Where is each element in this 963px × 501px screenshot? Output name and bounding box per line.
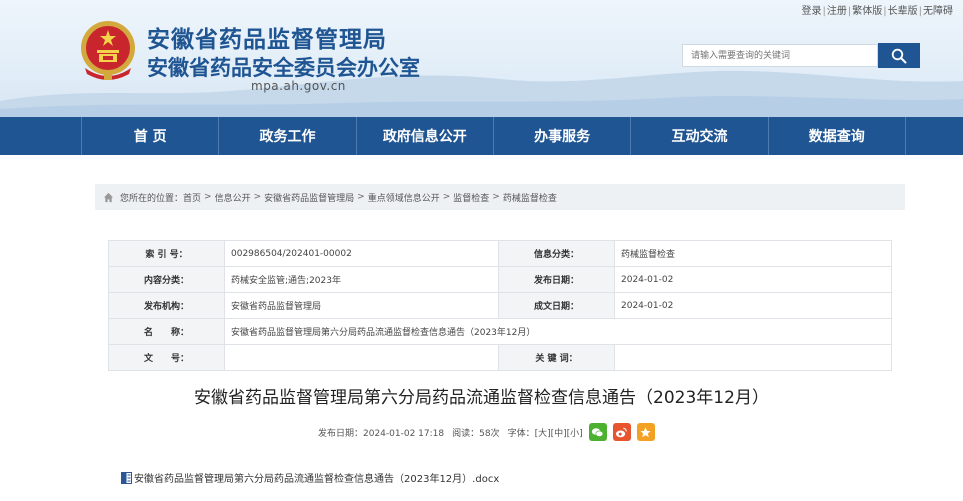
main-nav: 首 页 政务工作 政府信息公开 办事服务 互动交流 数据查询 (0, 117, 963, 155)
register-link[interactable]: 注册 (827, 6, 847, 17)
breadcrumb-drug-device-inspection[interactable]: 药械监督检查 (503, 191, 557, 204)
written-date-value: 2024-01-02 (614, 292, 892, 319)
nav-information-disclosure[interactable]: 政府信息公开 (357, 117, 494, 155)
publish-date-value: 2024-01-02 (614, 266, 892, 293)
index-label: 索 引 号： (108, 240, 225, 267)
search-box (682, 44, 878, 67)
category-label: 信息分类： (498, 240, 615, 267)
word-document-icon (121, 471, 132, 484)
name-label: 名 称： (108, 318, 225, 345)
nav-services[interactable]: 办事服务 (494, 117, 632, 155)
keywords-value (614, 344, 892, 371)
wechat-icon (592, 427, 604, 437)
site-subtitle: 安徽省药品安全委员会办公室 (147, 56, 420, 80)
article-meta: 发布日期：2024-01-02 17:18 阅读：58次 字体： [大] [中]… (318, 422, 655, 442)
nav-data-query[interactable]: 数据查询 (769, 117, 906, 155)
site-header: 登录|注册|繁体版|长辈版|无障碍 安徽省药品监督管理局 安徽省药品安全委员会办… (0, 0, 963, 117)
star-icon (640, 426, 651, 437)
accessibility-link[interactable]: 无障碍 (923, 6, 953, 17)
read-count: 阅读：58次 (452, 428, 500, 439)
publish-date-label: 发布日期： (498, 266, 615, 293)
publisher-value: 安徽省药品监督管理局 (224, 292, 499, 319)
breadcrumb-info-disclosure[interactable]: 信息公开 (215, 191, 251, 204)
elder-version-link[interactable]: 长辈版 (888, 6, 918, 17)
font-size-label: 字体： (507, 428, 535, 439)
favorite-button[interactable] (636, 423, 655, 441)
content-category-label: 内容分类： (108, 266, 225, 293)
doc-number-label: 文 号： (108, 344, 225, 371)
weibo-icon (616, 427, 628, 437)
attachment-link[interactable]: 安徽省药品监督管理局第六分局药品流通监督检查信息通告（2023年12月）.doc… (121, 470, 499, 485)
search-icon (891, 48, 907, 63)
traditional-chinese-link[interactable]: 繁体版 (852, 6, 882, 17)
home-icon (103, 192, 114, 202)
login-link[interactable]: 登录 (802, 6, 822, 17)
table-row: 发布机构： 安徽省药品监督管理局 成文日期： 2024-01-02 (108, 292, 892, 319)
national-emblem-logo[interactable] (77, 18, 139, 82)
nav-home[interactable]: 首 页 (81, 117, 220, 155)
breadcrumb-supervision[interactable]: 监督检查 (453, 191, 489, 204)
breadcrumb-bureau[interactable]: 安徽省药品监督管理局 (264, 191, 354, 204)
written-date-label: 成文日期： (498, 292, 615, 319)
wechat-share-button[interactable] (588, 423, 607, 441)
breadcrumb: 您所在的位置： 首页 > 信息公开 > 安徽省药品监督管理局 > 重点领域信息公开 > … (95, 184, 905, 210)
search-input[interactable] (683, 45, 877, 66)
document-info-table: 索 引 号： 002986504/202401-00002 信息分类： 药械监督… (108, 240, 892, 371)
font-small-button[interactable]: [小] (567, 426, 583, 439)
publish-datetime: 发布日期：2024-01-02 17:18 (318, 428, 445, 439)
site-domain: mpa.ah.gov.cn (251, 79, 346, 93)
table-row: 索 引 号： 002986504/202401-00002 信息分类： 药械监督… (108, 240, 892, 267)
nav-government-affairs[interactable]: 政务工作 (219, 117, 357, 155)
article-title: 安徽省药品监督管理局第六分局药品流通监督检查信息通告（2023年12月） (194, 388, 769, 408)
index-value: 002986504/202401-00002 (224, 240, 499, 267)
breadcrumb-key-areas[interactable]: 重点领域信息公开 (368, 191, 440, 204)
search-button[interactable] (878, 43, 920, 68)
nav-interaction[interactable]: 互动交流 (631, 117, 769, 155)
name-value: 安徽省药品监督管理局第六分局药品流通监督检查信息通告（2023年12月） (224, 318, 892, 345)
publisher-label: 发布机构： (108, 292, 225, 319)
breadcrumb-home[interactable]: 首页 (183, 191, 201, 204)
keywords-label: 关 键 词： (498, 344, 615, 371)
font-medium-button[interactable]: [中] (551, 426, 567, 439)
content-category-value: 药械安全监管;通告;2023年 (224, 266, 499, 293)
top-links: 登录|注册|繁体版|长辈版|无障碍 (801, 6, 954, 17)
table-row: 文 号： 关 键 词： (108, 344, 892, 371)
category-value: 药械监督检查 (614, 240, 892, 267)
attachment-name[interactable]: 安徽省药品监督管理局第六分局药品流通监督检查信息通告（2023年12月）.doc… (134, 470, 499, 485)
table-row: 名 称： 安徽省药品监督管理局第六分局药品流通监督检查信息通告（2023年12月… (108, 318, 892, 345)
doc-number-value (224, 344, 499, 371)
site-title: 安徽省药品监督管理局 (147, 27, 387, 53)
breadcrumb-prefix: 您所在的位置： (120, 193, 184, 204)
weibo-share-button[interactable] (612, 423, 631, 441)
font-large-button[interactable]: [大] (535, 426, 551, 439)
table-row: 内容分类： 药械安全监管;通告;2023年 发布日期： 2024-01-02 (108, 266, 892, 293)
